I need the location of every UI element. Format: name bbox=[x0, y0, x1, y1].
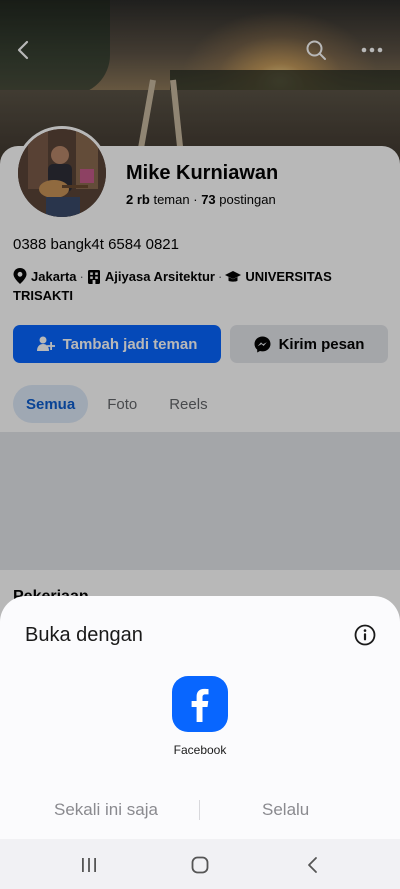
always-button[interactable]: Selalu bbox=[262, 800, 309, 820]
just-once-button[interactable]: Sekali ini saja bbox=[54, 800, 158, 820]
system-nav-bar bbox=[0, 839, 400, 889]
recents-icon bbox=[82, 858, 96, 872]
home-icon bbox=[191, 856, 209, 874]
recents-button[interactable] bbox=[77, 853, 101, 877]
button-divider bbox=[199, 800, 200, 820]
app-name: Facebook bbox=[173, 743, 227, 757]
open-with-sheet: Buka dengan Facebook Sekali ini saja Sel… bbox=[0, 596, 400, 839]
info-icon bbox=[354, 624, 376, 646]
system-back-button[interactable] bbox=[301, 853, 325, 877]
facebook-app-option[interactable] bbox=[172, 676, 228, 732]
sheet-title: Buka dengan bbox=[25, 624, 143, 646]
home-button[interactable] bbox=[188, 853, 212, 877]
facebook-icon bbox=[174, 678, 226, 730]
back-icon bbox=[308, 857, 317, 873]
info-button[interactable] bbox=[353, 623, 377, 647]
